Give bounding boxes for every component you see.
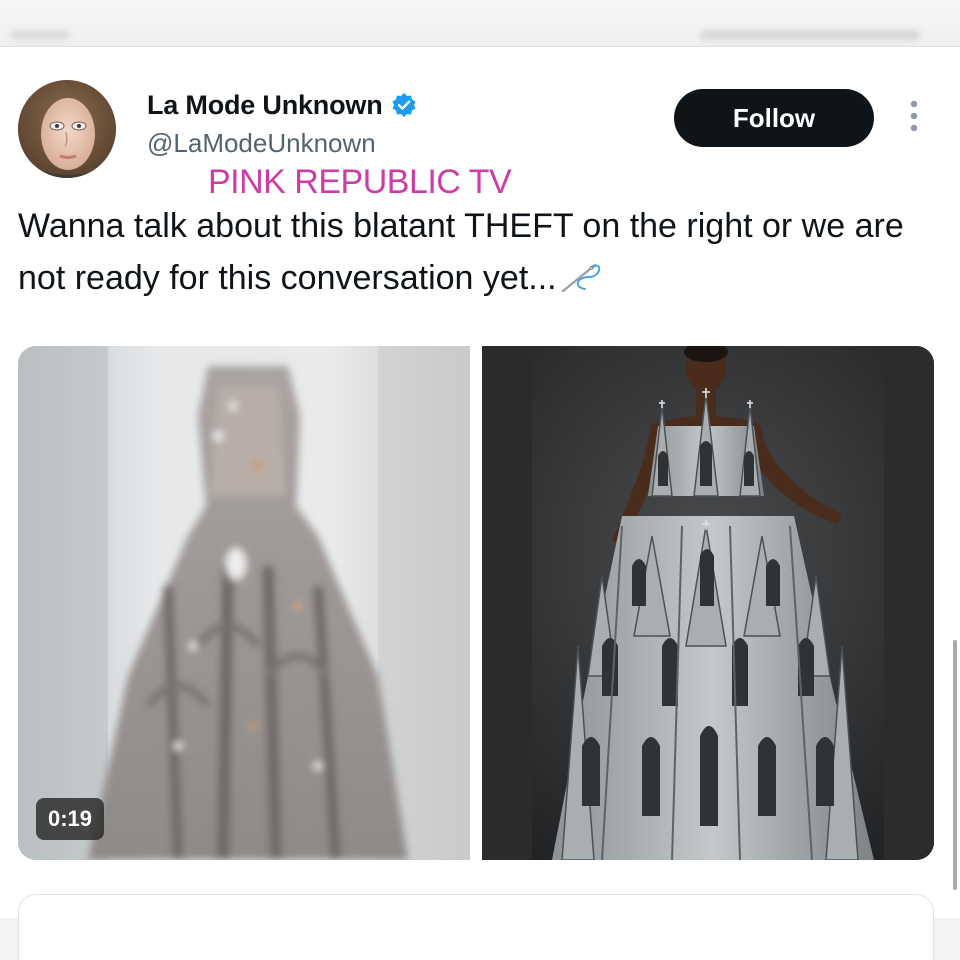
video-duration: 0:19 (36, 798, 105, 840)
photo-cathedral-gown[interactable] (482, 346, 934, 860)
video-thumbnail[interactable]: 0:19 (18, 346, 470, 860)
follow-button[interactable]: Follow (674, 89, 874, 147)
display-name[interactable]: La Mode Unknown (147, 90, 383, 121)
quoted-card-edge (18, 894, 934, 960)
verified-badge-icon (391, 92, 417, 118)
sewing-needle-icon (559, 258, 603, 294)
tweet-body: Wanna talk about this blatant THEFT on t… (18, 207, 904, 297)
display-name-row: La Mode Unknown (147, 86, 417, 124)
tweet-text: Wanna talk about this blatant THEFT on t… (18, 200, 948, 304)
more-options-icon[interactable] (904, 98, 924, 138)
media-grid: 0:19 (18, 346, 934, 860)
watermark-text: PINK REPUBLIC TV (208, 163, 512, 201)
tweet-screenshot: La Mode Unknown @LaModeUnknown PINK REPU… (0, 0, 960, 960)
blurred-top-content (10, 30, 70, 40)
top-bar (0, 0, 960, 47)
scrollbar[interactable] (953, 640, 957, 890)
user-handle[interactable]: @LaModeUnknown (147, 128, 376, 159)
blurred-top-content (700, 30, 920, 40)
avatar[interactable] (18, 80, 116, 178)
